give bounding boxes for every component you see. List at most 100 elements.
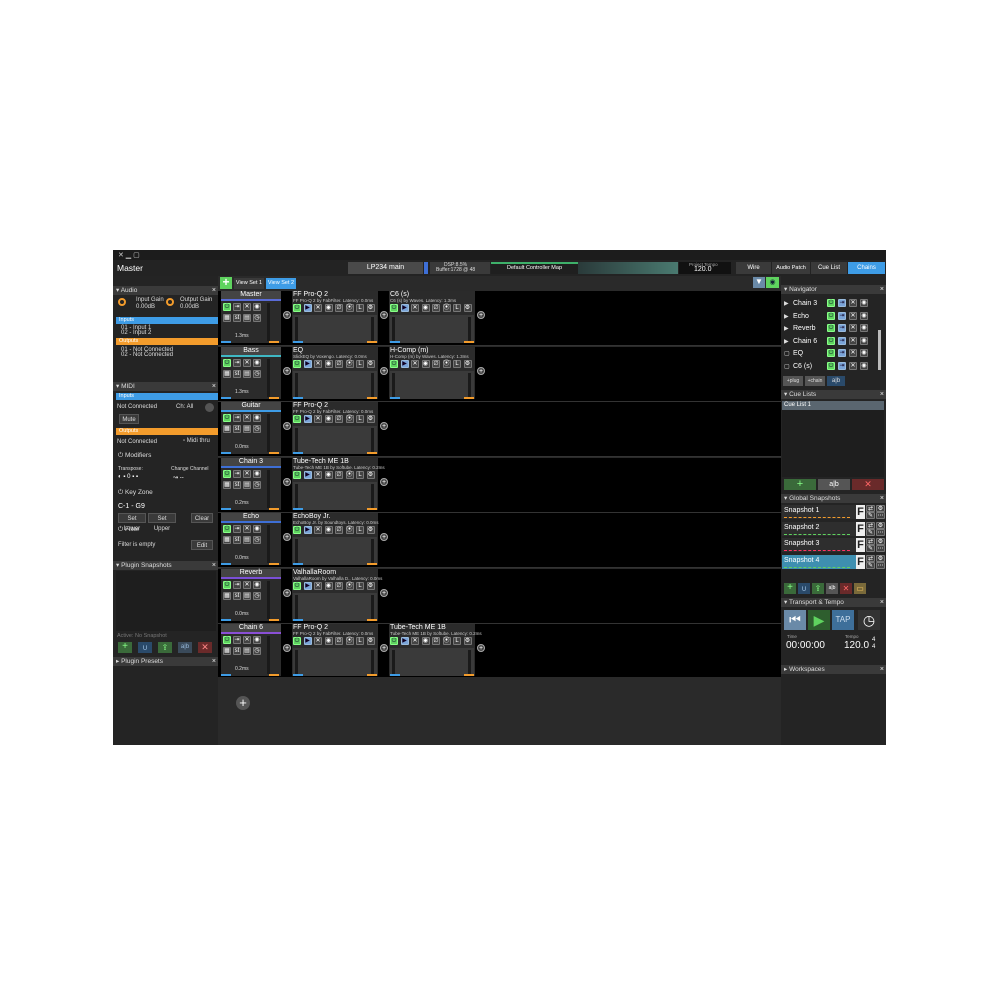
chain-name[interactable]: Chain 3	[221, 457, 281, 466]
mute-icon[interactable]: ✕	[243, 580, 251, 589]
meter-icon[interactable]: ▦	[223, 591, 231, 600]
viewset-tab-1[interactable]: View Set 1	[234, 278, 264, 289]
latency-icon[interactable]: ◷	[253, 591, 261, 600]
add-plugin-icon[interactable]: +	[283, 588, 291, 597]
view-icon[interactable]: ⦿	[442, 359, 451, 368]
settings-icon[interactable]: ⚙	[366, 637, 375, 645]
mute-icon[interactable]: ✕	[849, 299, 857, 307]
add-plugin-icon[interactable]: +	[380, 533, 388, 541]
route-icon[interactable]: ⇥	[233, 580, 241, 589]
latency-icon[interactable]: ◷	[253, 314, 261, 322]
bypass-icon[interactable]: ⇥	[838, 349, 846, 357]
plugin-slot[interactable]: FF Pro-Q 2 FF Pro-Q 2 by FabFilter. Laten…	[292, 291, 378, 343]
plugin-slot[interactable]: FF Pro-Q 2 FF Pro-Q 2 by FabFilter. Laten…	[292, 624, 378, 676]
meter-icon[interactable]: ▦	[223, 425, 231, 433]
close-icon[interactable]: ×	[880, 665, 884, 674]
solo-icon[interactable]: ◉	[324, 526, 333, 534]
mute-icon[interactable]: ✕	[314, 304, 322, 312]
add-plugin-icon[interactable]: +	[283, 533, 291, 541]
no-audio-icon[interactable]: ∅	[335, 470, 343, 479]
time-signature-bottom[interactable]: 4	[872, 644, 875, 650]
power-icon[interactable]: ⏻	[827, 299, 835, 307]
no-audio-icon[interactable]: ∅	[335, 304, 343, 312]
chain-name[interactable]: Master	[221, 291, 281, 299]
close-icon[interactable]: ×	[880, 285, 884, 294]
power-icon[interactable]: ⏻	[293, 304, 301, 312]
viewset-tab-2[interactable]: View Set 2	[266, 278, 296, 289]
snapshot-settings-icon[interactable]: ⚙	[876, 505, 885, 512]
settings-icon[interactable]: ⚙	[463, 637, 472, 645]
tab-audio-patch[interactable]: Audio Patch	[772, 262, 810, 274]
meter-icon[interactable]: ▦	[223, 536, 231, 544]
snapshot-settings-icon[interactable]: ⚙	[876, 538, 885, 545]
power-icon[interactable]: ⏻	[223, 414, 231, 422]
plugin-slot[interactable]: Tube-Tech ME 1B Tube-Tech ME 1B by Softub…	[389, 624, 482, 676]
snapshot-f-button[interactable]: F	[856, 521, 865, 536]
add-plugin-icon[interactable]: +	[283, 644, 291, 652]
stereo-icon[interactable]: st	[233, 369, 241, 378]
update-global-snapshot-icon[interactable]: ∪	[798, 583, 810, 594]
fader-icon[interactable]: ▤	[243, 369, 251, 378]
power-icon[interactable]: ⏻	[223, 580, 231, 589]
power-icon[interactable]: ⏻	[390, 637, 398, 645]
solo-icon[interactable]: ◉	[324, 470, 333, 479]
route-icon[interactable]: ⇥	[233, 414, 241, 422]
navigator-item[interactable]: ▶ Chain 6 ⏻ ⇥ ✕ ◉	[783, 336, 875, 348]
mute-icon[interactable]: ✕	[849, 311, 857, 320]
solo-icon[interactable]: ◉	[253, 414, 261, 422]
snapshot-link-icon[interactable]: ⇄	[866, 538, 875, 545]
mute-icon[interactable]: ✕	[314, 637, 322, 645]
delete-global-snapshot-icon[interactable]: ✕	[840, 583, 852, 594]
plugin-slot[interactable]: H-Comp (m) H-Comp (m) by Waves. Latency: …	[389, 346, 475, 399]
add-plugin-icon[interactable]: +	[477, 366, 485, 375]
settings-icon[interactable]: ⚙	[366, 470, 375, 479]
plugin-slot[interactable]: C6 (s) C6 (s) by Waves. Latency: 1.3ms ⏻ ▶ ✕…	[389, 291, 475, 343]
cue-lists-header[interactable]: ▾ Cue Lists ×	[781, 390, 886, 399]
plugin-name[interactable]: EchoBoy Jr.	[293, 513, 330, 520]
fader-icon[interactable]: ▤	[243, 314, 251, 322]
route-icon[interactable]: ⇥	[233, 469, 241, 478]
snapshot-edit-icon[interactable]: ✎	[866, 561, 875, 569]
power-icon[interactable]: ⏻	[223, 303, 231, 311]
expand-icon[interactable]: ▶	[784, 338, 789, 345]
link-icon[interactable]: L	[356, 637, 364, 645]
plugin-slot[interactable]: FF Pro-Q 2 FF Pro-Q 2 by FabFilter. Laten…	[292, 402, 378, 454]
view-icon[interactable]: ⦿	[345, 581, 354, 590]
chain-strip[interactable]: Chain 6 ⏻ ⇥ ✕ ◉ ▦ st ▤ ◷ 0.2ms	[221, 624, 281, 676]
add-plugin-icon[interactable]: +	[283, 477, 291, 486]
add-global-snapshot-icon[interactable]: +	[784, 583, 796, 594]
add-plugin-icon[interactable]: +	[283, 366, 291, 375]
plugin-body[interactable]	[293, 648, 377, 676]
latency-icon[interactable]: ◷	[253, 536, 261, 544]
add-plugin-icon[interactable]: +	[380, 311, 388, 319]
solo-icon[interactable]: ◉	[860, 361, 868, 370]
view-icon[interactable]: ⦿	[442, 637, 451, 645]
mute-icon[interactable]: ✕	[243, 525, 251, 533]
mute-icon[interactable]: ✕	[411, 637, 419, 645]
plugin-body[interactable]	[293, 315, 377, 343]
link-icon[interactable]: L	[356, 526, 364, 534]
mute-icon[interactable]: ✕	[243, 414, 251, 422]
snapshot-link-icon[interactable]: ⇄	[866, 505, 875, 512]
plugin-body[interactable]	[390, 315, 474, 343]
navigator-scrollbar[interactable]	[878, 330, 881, 370]
snapshot-edit-icon[interactable]: ✎	[866, 528, 875, 536]
navigator-item[interactable]: ▶ Echo ⏻ ⇥ ✕ ◉	[783, 311, 875, 323]
view-icon[interactable]: ⦿	[345, 304, 354, 312]
time-signature-top[interactable]: 4	[872, 637, 875, 643]
no-audio-icon[interactable]: ∅	[432, 637, 440, 645]
power-icon[interactable]: ⏻	[223, 636, 231, 644]
settings-icon[interactable]: ⚙	[366, 526, 375, 534]
snapshot-more-icon[interactable]: ⋯	[876, 512, 885, 519]
plugin-slot[interactable]: EQ SlickEQ by Voxengo. Latency: 0.0ms ⏻ ▶ ✕ ◉…	[292, 346, 378, 399]
stereo-icon[interactable]: st	[233, 647, 241, 655]
plugin-name[interactable]: EQ	[293, 347, 303, 354]
bypass-icon[interactable]: ⇥	[838, 299, 846, 307]
meter-icon[interactable]: ▦	[223, 314, 231, 322]
mute-icon[interactable]: ✕	[314, 526, 322, 534]
add-plugin-icon[interactable]: +	[477, 644, 485, 652]
tab-cue-list[interactable]: Cue List	[811, 262, 847, 274]
mute-icon[interactable]: ✕	[314, 581, 322, 590]
stereo-icon[interactable]: st	[233, 425, 241, 433]
view-icon[interactable]: ⦿	[442, 304, 451, 312]
